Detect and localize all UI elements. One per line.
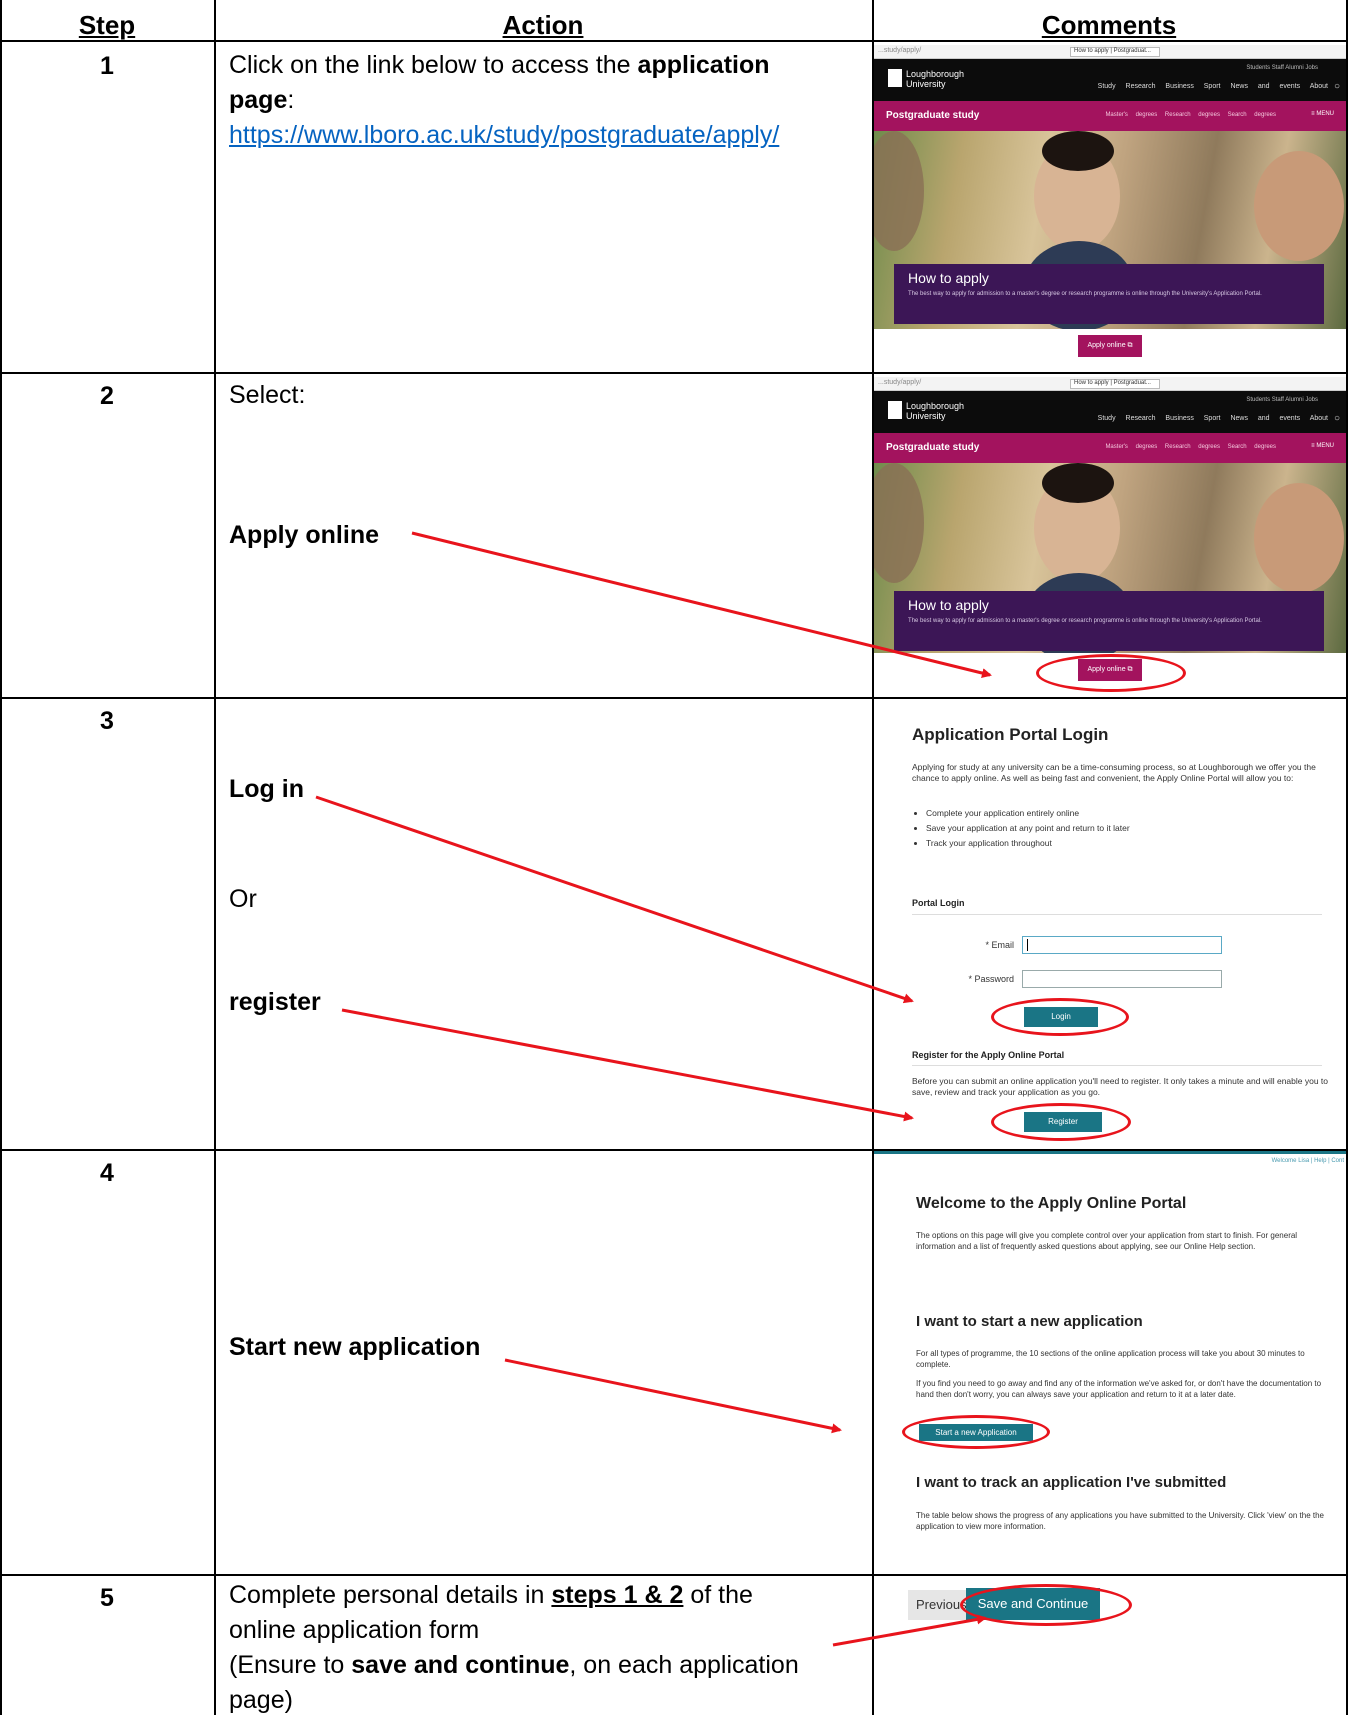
step1-website-screenshot: ...study/apply/How to apply | Postgradua… <box>874 45 1346 368</box>
search-icon: ○ <box>1333 81 1340 92</box>
apply-online-button[interactable]: Apply online ⧉ <box>1078 335 1142 357</box>
welcome-title: Welcome to the Apply Online Portal <box>916 1195 1187 1212</box>
password-field[interactable] <box>1022 970 1222 988</box>
step5-action: Complete personal details in steps 1 & 2… <box>229 1581 799 1714</box>
section-bar: Postgraduate study Master's degrees Rese… <box>874 433 1346 463</box>
step2-select-text: Select: <box>229 381 306 409</box>
step2-website-screenshot: ...study/apply/How to apply | Postgradua… <box>874 377 1346 695</box>
highlight-oval <box>991 1103 1131 1141</box>
step-number: 2 <box>100 382 114 410</box>
step3-login-label: Log in <box>229 775 304 803</box>
hero-caption: How to apply The best way to apply for a… <box>894 264 1324 324</box>
feature-list: Complete your application entirely onlin… <box>926 808 1326 849</box>
column-divider <box>0 0 2 1715</box>
application-page-link[interactable]: https://www.lboro.ac.uk/study/postgradua… <box>229 121 779 149</box>
header-action: Action <box>502 10 584 40</box>
university-logo: Loughborough University <box>888 401 964 421</box>
university-logo: Loughborough University <box>888 69 964 89</box>
email-field[interactable] <box>1022 936 1222 954</box>
step-number: 3 <box>100 707 114 735</box>
row-divider <box>0 697 1348 699</box>
step5-form-buttons-screenshot: Previous Save and Continue <box>874 1576 1346 1715</box>
site-header: Loughborough University Students Staff Al… <box>874 59 1346 101</box>
hero-caption: How to apply The best way to apply for a… <box>894 591 1324 651</box>
header-step: Step <box>78 10 136 40</box>
login-page-title: Application Portal Login <box>912 725 1109 744</box>
hero-image: How to apply The best way to apply for a… <box>874 131 1346 329</box>
site-nav: Study Research Business Sport News and e… <box>1097 83 1328 90</box>
browser-url-bar: ...study/apply/How to apply | Postgradua… <box>874 45 1346 59</box>
step3-or-label: Or <box>229 885 257 913</box>
highlight-oval <box>991 998 1129 1036</box>
search-icon: ○ <box>1333 413 1340 424</box>
account-links[interactable]: Welcome Lisa | Help | Cont <box>1272 1158 1344 1164</box>
browser-url-bar: ...study/apply/How to apply | Postgradua… <box>874 377 1346 391</box>
section-bar: Postgraduate study Master's degrees Rese… <box>874 101 1346 131</box>
step-number: 1 <box>100 52 114 80</box>
step1-action: Click on the link below to access the ap… <box>229 51 780 149</box>
menu-icon: ≡ MENU <box>1311 443 1334 449</box>
step-number: 4 <box>100 1159 114 1187</box>
highlight-oval <box>960 1584 1132 1626</box>
highlight-oval <box>902 1415 1050 1449</box>
highlight-oval <box>1036 654 1186 692</box>
step4-welcome-screenshot: Welcome Lisa | Help | Cont Welcome to th… <box>874 1151 1346 1572</box>
row-divider <box>0 372 1348 374</box>
site-nav: Study Research Business Sport News and e… <box>1097 415 1328 422</box>
step4-start-label: Start new application <box>229 1333 481 1361</box>
hero-image: How to apply The best way to apply for a… <box>874 463 1346 653</box>
site-header: Loughborough University Students Staff Al… <box>874 391 1346 433</box>
menu-icon: ≡ MENU <box>1311 111 1334 117</box>
step2-apply-online-label: Apply online <box>229 521 379 549</box>
step-number: 5 <box>100 1584 114 1612</box>
header-comments: Comments <box>1041 10 1177 40</box>
step3-portal-login-screenshot: Application Portal Login Applying for st… <box>874 700 1346 1147</box>
column-divider <box>214 0 216 1715</box>
step3-register-label: register <box>229 988 321 1016</box>
